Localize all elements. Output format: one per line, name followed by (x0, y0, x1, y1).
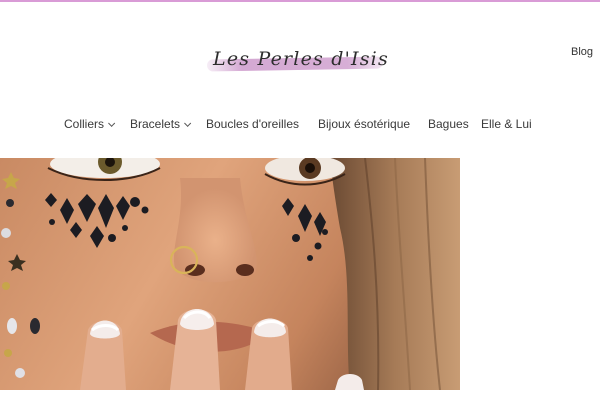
chevron-down-icon (108, 119, 116, 127)
nav-item-label: Elle & Lui (481, 117, 532, 131)
chevron-down-icon (184, 119, 192, 127)
nav-item-bijoux-esoterique[interactable]: Bijoux ésotérique (318, 117, 410, 131)
nav-item-bracelets[interactable]: Bracelets (130, 117, 192, 131)
nav-item-elle-et-lui[interactable]: Elle & Lui (481, 117, 532, 131)
nav-item-label: Bagues (428, 117, 469, 131)
nav-item-label: Bracelets (130, 117, 181, 131)
logo-text: Les Perles d'Isis (213, 48, 389, 70)
page: Les Perles d'Isis Blog Colliers Bracelet… (0, 0, 600, 400)
nav-item-boucles-oreilles[interactable]: Boucles d'oreilles (206, 117, 299, 131)
nav-item-label: Colliers (64, 117, 105, 131)
hero-image (0, 158, 460, 390)
top-accent-bar (0, 0, 600, 2)
main-nav: Colliers Bracelets Boucles d'oreilles Bi… (0, 117, 600, 135)
nav-item-colliers[interactable]: Colliers (64, 117, 116, 131)
nav-item-label: Boucles d'oreilles (206, 117, 300, 131)
nav-item-label: Bijoux ésotérique (318, 117, 411, 131)
blog-link[interactable]: Blog (571, 46, 593, 58)
nav-item-bagues[interactable]: Bagues (428, 117, 469, 131)
site-logo[interactable]: Les Perles d'Isis (205, 44, 455, 84)
